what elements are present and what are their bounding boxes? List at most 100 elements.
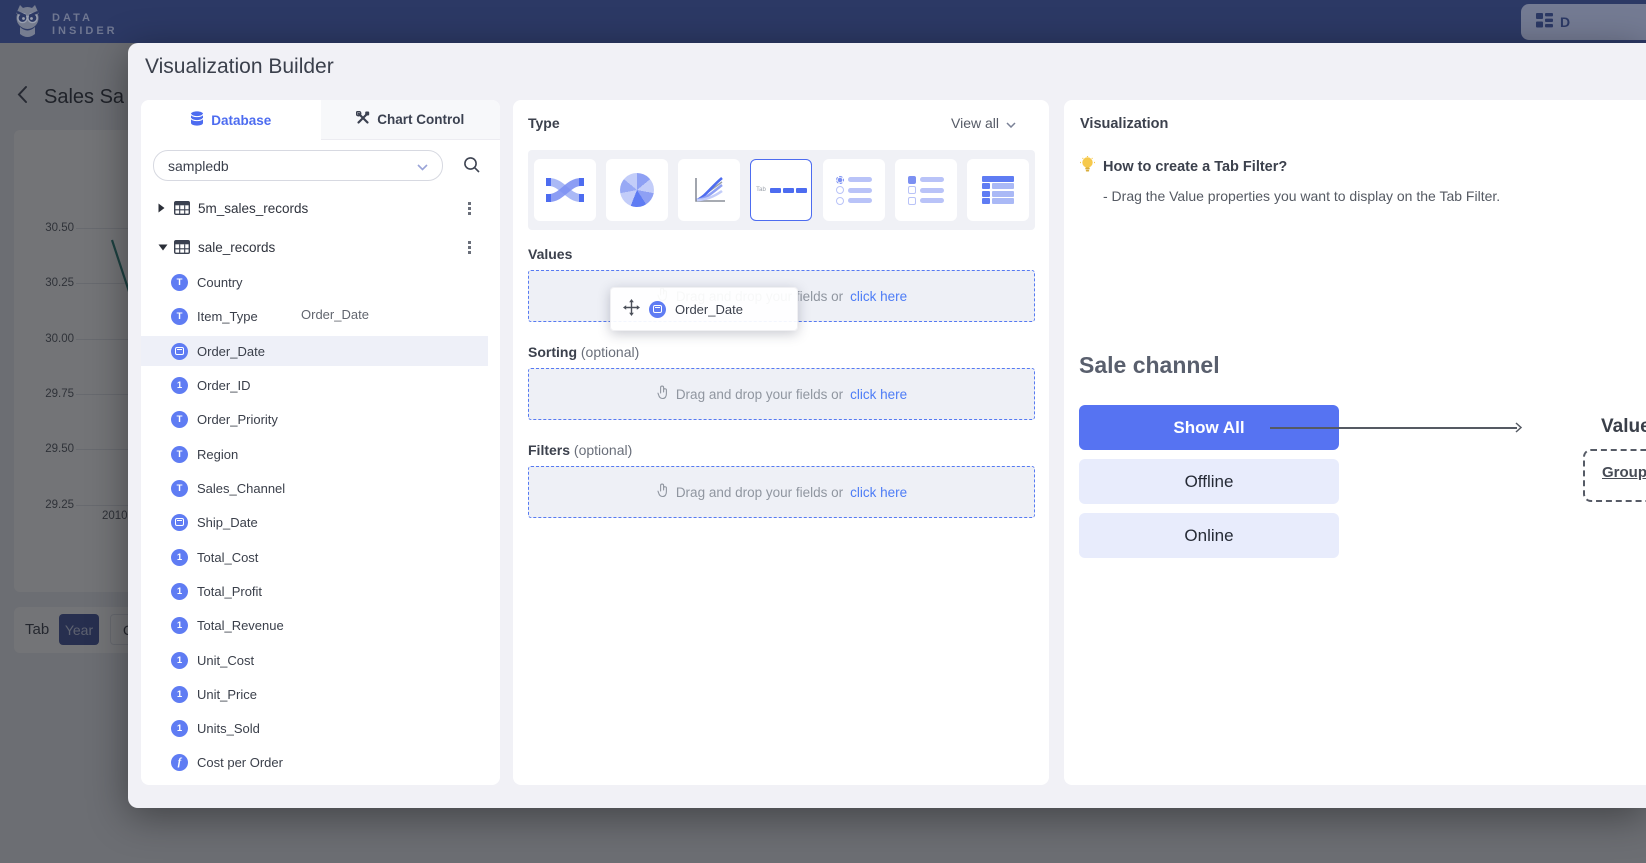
filters-label: Filters (optional) (528, 442, 632, 458)
option-online[interactable]: Online (1079, 513, 1339, 558)
text-field-icon: T (171, 274, 188, 291)
table-name: 5m_sales_records (198, 201, 308, 216)
chevron-down-icon (1006, 115, 1016, 131)
tip-title: How to create a Tab Filter? (1103, 159, 1287, 175)
annotation-arrow-head (1514, 421, 1523, 439)
field-row-total-revenue[interactable]: 1Total_Revenue (141, 610, 500, 640)
field-row-order-date[interactable]: Order_Date (141, 336, 488, 366)
tip-body: - Drag the Value properties you want to … (1103, 188, 1500, 204)
text-field-icon: T (171, 308, 188, 325)
chart-type-table[interactable] (967, 159, 1029, 221)
field-row-unit-price[interactable]: 1Unit_Price (141, 679, 500, 709)
dashboard-icon (1536, 13, 1553, 31)
tab-chart-control-label: Chart Control (377, 112, 464, 127)
chart-type-sankey[interactable] (534, 159, 596, 221)
drag-chip-order-date[interactable]: Order_Date (610, 287, 798, 331)
field-row-cost-per-order[interactable]: fCost per Order (141, 747, 500, 777)
chart-type-tab-filter[interactable]: Tab (750, 159, 812, 221)
option-offline[interactable]: Offline (1079, 459, 1339, 504)
database-select[interactable]: sampledb (153, 150, 443, 181)
annotation-heading: Value (1601, 416, 1646, 438)
more-menu-icon[interactable] (468, 200, 471, 217)
chevron-down-icon (417, 158, 428, 174)
click-here-link[interactable]: click here (850, 485, 907, 500)
field-row-unit-cost[interactable]: 1Unit_Cost (141, 645, 500, 675)
visualization-title: Visualization (1080, 116, 1168, 132)
table-icon (174, 240, 190, 254)
lightbulb-icon (1080, 156, 1095, 178)
number-field-icon: 1 (171, 583, 188, 600)
brand-logo[interactable]: DATA INSIDER (12, 4, 118, 45)
number-field-icon: 1 (171, 377, 188, 394)
tab-filter-icon: Tab (756, 187, 807, 193)
click-here-link[interactable]: click here (850, 387, 907, 402)
text-field-icon: T (171, 411, 188, 428)
caret-right-icon[interactable] (158, 203, 168, 213)
search-icon[interactable] (463, 156, 481, 179)
field-row-sales-channel[interactable]: TSales_Channel (141, 473, 500, 503)
database-icon (190, 111, 204, 129)
field-row-order-id[interactable]: 1Order_ID (141, 370, 500, 400)
brand-text: DATA INSIDER (52, 12, 118, 38)
table-row-5m-sales-records[interactable]: 5m_sales_records (141, 193, 500, 223)
move-icon (623, 299, 640, 319)
caret-down-icon[interactable] (158, 244, 168, 251)
field-row-total-cost[interactable]: 1Total_Cost (141, 542, 500, 572)
filters-dropzone[interactable]: Drag and drop your fields or click here (528, 466, 1035, 518)
date-field-icon (649, 301, 666, 318)
drag-chip-label: Order_Date (675, 302, 743, 317)
top-navbar: DATA INSIDER D (0, 0, 1646, 43)
dashboard-button-label: D (1560, 14, 1570, 30)
tab-database-label: Database (211, 113, 271, 128)
chart-type-grid: Tab (528, 150, 1035, 230)
checkbox-list-icon (908, 173, 944, 207)
database-select-value: sampledb (168, 158, 229, 174)
owl-logo-icon (12, 4, 43, 45)
annotation-arrow (1270, 427, 1517, 429)
click-here-link[interactable]: click here (850, 289, 907, 304)
date-field-icon (171, 514, 188, 531)
field-row-country[interactable]: TCountry (141, 267, 500, 297)
annotation-group-link[interactable]: Group (1602, 464, 1646, 481)
app-root: Sales Sa 30.50 30.25 30.00 29.75 29.50 2… (0, 0, 1646, 863)
builder-panel: Type View all (513, 100, 1049, 785)
number-field-icon: 1 (171, 652, 188, 669)
table-icon (174, 201, 190, 215)
radio-list-icon (836, 173, 872, 207)
type-label: Type (528, 115, 560, 131)
sorting-label: Sorting (optional) (528, 344, 639, 360)
field-row-region[interactable]: TRegion (141, 439, 500, 469)
field-row-total-profit[interactable]: 1Total_Profit (141, 576, 500, 606)
text-field-icon: T (171, 480, 188, 497)
values-label: Values (528, 246, 572, 262)
field-row-order-priority[interactable]: TOrder_Priority (141, 404, 500, 434)
chart-type-radio-list[interactable] (823, 159, 885, 221)
number-field-icon: 1 (171, 686, 188, 703)
number-field-icon: 1 (171, 549, 188, 566)
tab-database[interactable]: Database (141, 100, 321, 140)
chart-type-pie[interactable] (606, 159, 668, 221)
modal-title: Visualization Builder (145, 55, 334, 79)
field-row-ship-date[interactable]: Ship_Date (141, 507, 500, 537)
text-field-icon: T (171, 446, 188, 463)
function-field-icon: f (171, 754, 188, 771)
dashboard-button[interactable]: D (1521, 4, 1646, 40)
line-chart-icon (691, 175, 727, 205)
data-table-icon (982, 174, 1014, 206)
chart-type-checkbox-list[interactable] (895, 159, 957, 221)
field-row-units-sold[interactable]: 1Units_Sold (141, 713, 500, 743)
chart-type-line[interactable] (678, 159, 740, 221)
table-row-sale-records[interactable]: sale_records (141, 232, 500, 262)
tools-icon (356, 111, 370, 128)
number-field-icon: 1 (171, 720, 188, 737)
drag-hand-icon (656, 483, 669, 501)
view-all-dropdown[interactable]: View all (951, 115, 1016, 131)
sorting-dropzone[interactable]: Drag and drop your fields or click here (528, 368, 1035, 420)
visualization-builder-modal: Visualization Builder Database (128, 43, 1646, 808)
sankey-icon (546, 175, 584, 205)
number-field-icon: 1 (171, 617, 188, 634)
tab-chart-control[interactable]: Chart Control (321, 100, 501, 140)
more-menu-icon[interactable] (468, 239, 471, 256)
visualization-panel: Visualization How to create a Tab Filter… (1064, 100, 1646, 785)
widget-title: Sale channel (1079, 352, 1220, 379)
